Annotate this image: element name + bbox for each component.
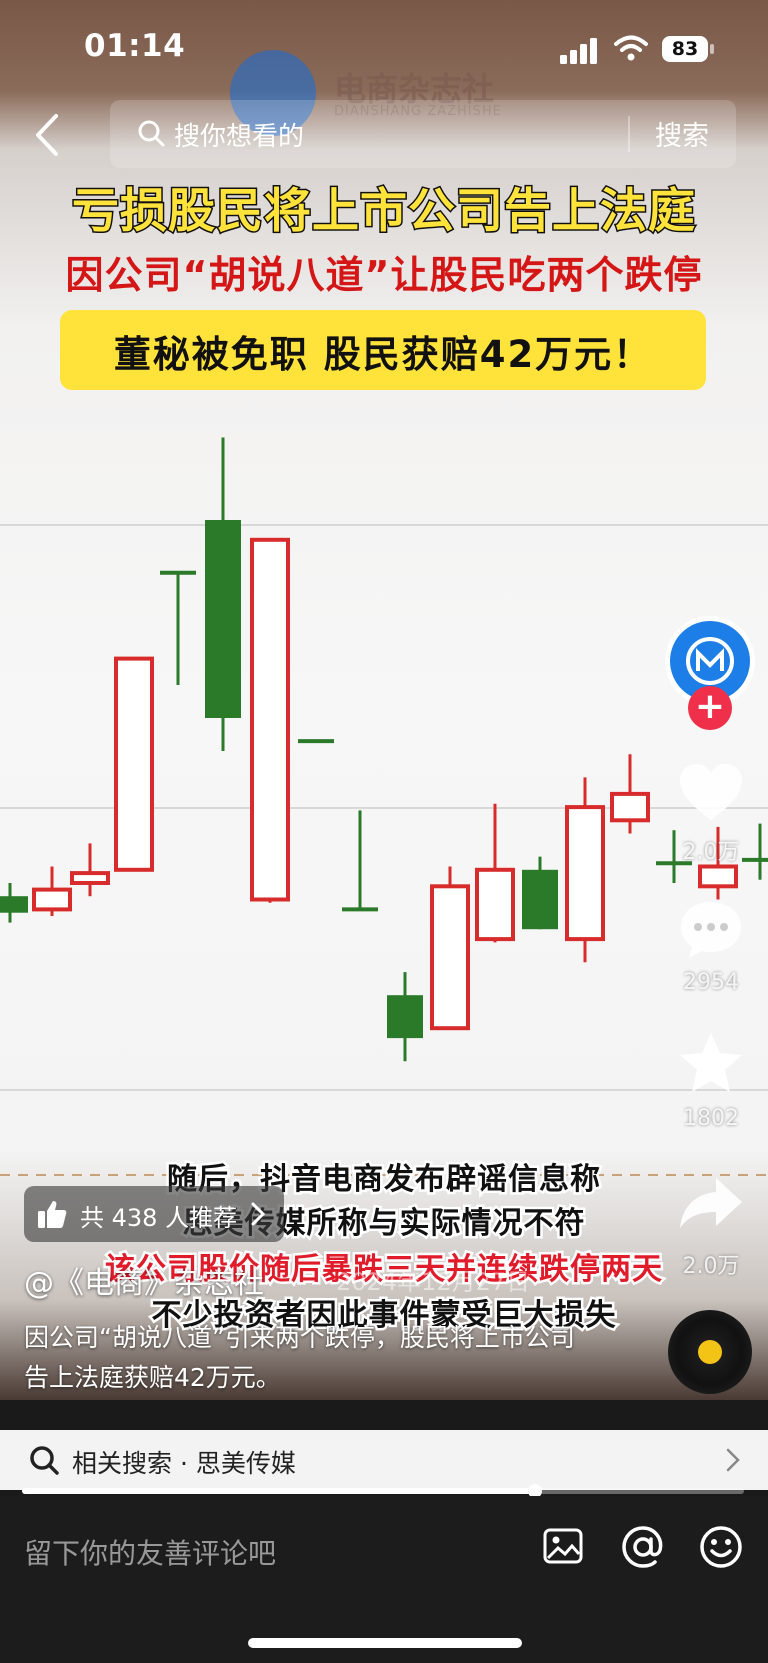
music-disc[interactable] <box>668 1310 752 1394</box>
search-icon <box>138 120 165 147</box>
candle-body <box>698 864 738 889</box>
wifi-icon <box>614 35 648 61</box>
search-input[interactable]: 搜你想看的 搜索 <box>110 100 736 168</box>
candle-body <box>114 656 154 872</box>
search-placeholder: 搜你想看的 <box>174 122 305 152</box>
candlestick-chart <box>0 437 768 1176</box>
recommend-pill[interactable]: 共 438 人推荐 <box>24 1186 284 1242</box>
search-button[interactable]: 搜索 <box>655 114 709 153</box>
follow-button[interactable]: + <box>688 686 732 730</box>
candle-body <box>70 871 110 886</box>
video-date-ghost: 2024年12月27日 <box>336 1268 531 1296</box>
share-arrow-icon[interactable] <box>676 1170 746 1236</box>
candle-body <box>387 995 423 1039</box>
search-icon <box>30 1446 59 1475</box>
headline-2: 因公司“胡说八道”让股民吃两个跌停 <box>65 253 703 297</box>
comment-input[interactable]: 留下你的友善评论吧 <box>24 1532 276 1572</box>
related-search-text: 相关搜索 · 思美传媒 <box>72 1449 296 1478</box>
headline-3-banner: 董秘被免职 股民获赔42万元！ <box>60 310 706 390</box>
author-name[interactable]: @《电商》杂志社 <box>24 1258 264 1302</box>
search-divider <box>628 116 630 152</box>
candle-body <box>430 884 470 1031</box>
favorite-count: 1802 <box>683 1106 739 1131</box>
music-disc-center <box>698 1340 722 1364</box>
comment-icon[interactable] <box>676 896 746 962</box>
comment-count: 2954 <box>683 970 739 995</box>
back-button[interactable] <box>28 110 68 160</box>
candle-body <box>610 791 650 823</box>
candle-body <box>522 869 558 930</box>
related-search-bar[interactable]: 相关搜索 · 思美传媒 <box>0 1430 768 1490</box>
like-heart-icon[interactable] <box>676 760 746 826</box>
comment-bar: 留下你的友善评论吧 <box>0 1496 768 1663</box>
chevron-right-icon <box>251 1202 266 1226</box>
home-indicator <box>248 1638 522 1648</box>
candle-body <box>565 805 605 942</box>
image-icon[interactable] <box>542 1526 584 1568</box>
battery-icon: 83 <box>662 36 714 64</box>
status-time: 01:14 <box>84 28 186 64</box>
emoji-icon[interactable] <box>698 1524 744 1570</box>
thumbs-up-icon <box>38 1201 67 1228</box>
at-mention-icon[interactable] <box>620 1524 666 1570</box>
candle-body <box>250 537 290 902</box>
battery-level: 83 <box>662 36 708 62</box>
chevron-right-icon <box>726 1448 740 1472</box>
video-caption[interactable]: 因公司“胡说八道”引来两个跌停，股民将上市公司告上法庭获赔42万元。 <box>24 1318 584 1398</box>
favorite-star-icon[interactable] <box>676 1030 746 1096</box>
battery-tip <box>710 44 714 54</box>
candle-body <box>0 896 28 913</box>
candle-body <box>32 887 72 912</box>
video-progress-fill <box>22 1488 535 1494</box>
signal-icon <box>560 38 597 64</box>
candles-group <box>0 437 768 1062</box>
share-count: 2.0万 <box>682 1254 740 1279</box>
recommend-text: 共 438 人推荐 <box>80 1204 238 1232</box>
like-count: 2.0万 <box>682 840 740 865</box>
headline-1: 亏损股民将上市公司告上法庭 <box>71 183 697 241</box>
video-progress-bar[interactable] <box>22 1484 744 1498</box>
candle-body <box>475 867 515 942</box>
candle-body <box>205 520 241 718</box>
headline-3: 董秘被免职 股民获赔42万元！ <box>113 333 653 376</box>
